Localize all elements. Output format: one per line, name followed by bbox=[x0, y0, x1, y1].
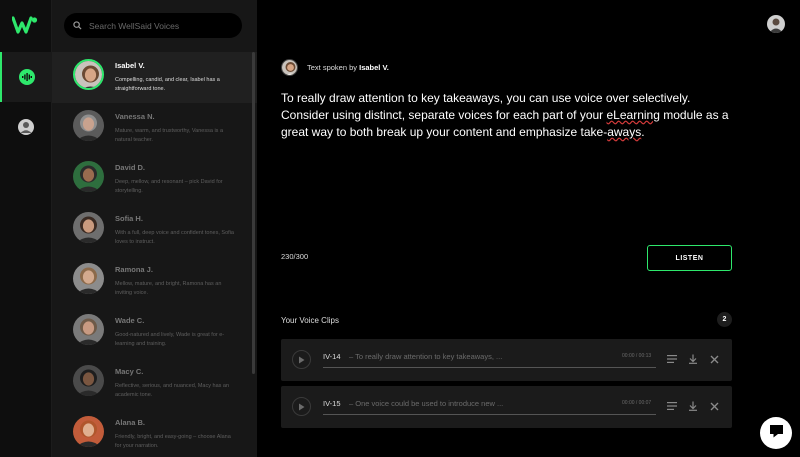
clip-text: – To really draw attention to key takeaw… bbox=[349, 352, 503, 361]
voice-description: With a full, deep voice and confident to… bbox=[115, 230, 234, 245]
play-button[interactable] bbox=[292, 397, 311, 416]
clip-progress-track[interactable] bbox=[323, 367, 656, 368]
clip-time: 00:00 / 00:13 bbox=[622, 353, 652, 359]
voice-wave-icon bbox=[19, 69, 35, 85]
spoken-by-name: Isabel V. bbox=[359, 63, 389, 72]
script-part-3: . bbox=[641, 125, 645, 139]
play-button[interactable] bbox=[292, 350, 311, 369]
rail-voices-button[interactable] bbox=[0, 52, 52, 102]
spellcheck-word-2: aways bbox=[607, 125, 642, 139]
main-area: Text spoken by Isabel V. To really draw … bbox=[257, 0, 800, 457]
play-icon bbox=[298, 398, 305, 416]
user-avatar[interactable] bbox=[767, 15, 785, 33]
voice-clip: IV-14 – To really draw attention to key t… bbox=[281, 339, 732, 381]
voice-description: Mature, warm, and trustworthy, Vanessa i… bbox=[115, 128, 224, 143]
spellcheck-word: eLearning bbox=[606, 108, 660, 122]
voice-description: Deep, mellow, and resonant – pick David … bbox=[115, 179, 223, 194]
chat-icon bbox=[769, 424, 784, 443]
clip-text: – One voice could be used to introduce n… bbox=[349, 399, 504, 408]
voice-avatar bbox=[73, 365, 104, 396]
rail-account-button[interactable] bbox=[0, 102, 52, 152]
voice-name: Isabel V. bbox=[115, 61, 145, 70]
clip-time: 00:00 / 00:07 bbox=[622, 400, 652, 406]
user-icon bbox=[18, 119, 34, 135]
clip-id: IV-14 bbox=[323, 352, 341, 361]
voice-avatar bbox=[73, 314, 104, 345]
search-bar[interactable] bbox=[64, 13, 242, 38]
clips-count-badge: 2 bbox=[717, 312, 732, 327]
voice-list-scrollbar[interactable] bbox=[252, 52, 255, 374]
voice-name: Sofia H. bbox=[115, 214, 143, 223]
voice-item[interactable]: Wade C. Good-natured and lively, Wade is … bbox=[52, 307, 257, 358]
voice-description: Compelling, candid, and clear, Isabel ha… bbox=[115, 77, 220, 92]
voice-avatar bbox=[73, 212, 104, 243]
wellsaid-logo-icon[interactable] bbox=[11, 16, 38, 34]
chat-button[interactable] bbox=[760, 417, 792, 449]
listen-button[interactable]: LISTEN bbox=[647, 245, 732, 271]
voice-description: Good-natured and lively, Wade is great f… bbox=[115, 332, 225, 347]
voice-description: Friendly, bright, and easy-going – choos… bbox=[115, 434, 231, 449]
menu-lines-icon[interactable] bbox=[666, 400, 678, 412]
close-icon[interactable] bbox=[708, 353, 720, 365]
voice-avatar bbox=[73, 161, 104, 192]
search-icon bbox=[73, 17, 82, 35]
voice-item[interactable]: Ramona J. Mellow, mature, and bright, Ram… bbox=[52, 256, 257, 307]
clip-progress-track[interactable] bbox=[323, 414, 656, 415]
voice-description: Mellow, mature, and bright, Ramona has a… bbox=[115, 281, 222, 296]
voice-name: Vanessa N. bbox=[115, 112, 155, 121]
menu-lines-icon[interactable] bbox=[666, 353, 678, 365]
voice-item[interactable]: Isabel V. Compelling, candid, and clear, … bbox=[52, 52, 257, 103]
speaker-avatar bbox=[281, 59, 298, 76]
voice-item[interactable]: David D. Deep, mellow, and resonant – pic… bbox=[52, 154, 257, 205]
download-icon[interactable] bbox=[687, 353, 699, 365]
clips-title: Your Voice Clips bbox=[281, 316, 339, 325]
voice-item[interactable]: Sofia H. With a full, deep voice and conf… bbox=[52, 205, 257, 256]
voice-name: Ramona J. bbox=[115, 265, 153, 274]
voice-avatar bbox=[73, 416, 104, 447]
spoken-by-label: Text spoken by Isabel V. bbox=[307, 63, 389, 72]
voice-item[interactable]: Macy C. Reflective, serious, and nuanced,… bbox=[52, 358, 257, 409]
search-input[interactable] bbox=[89, 20, 229, 31]
spoken-by: Text spoken by Isabel V. bbox=[281, 59, 389, 76]
voice-avatar bbox=[73, 110, 104, 141]
voice-name: Wade C. bbox=[115, 316, 145, 325]
voice-clip: IV-15 – One voice could be used to introd… bbox=[281, 386, 732, 428]
voice-avatar bbox=[73, 59, 104, 90]
voices-panel: Isabel V. Compelling, candid, and clear, … bbox=[52, 0, 257, 457]
voice-name: David D. bbox=[115, 163, 146, 172]
script-text[interactable]: To really draw attention to key takeaway… bbox=[281, 90, 731, 141]
voice-item[interactable]: Alana B. Friendly, bright, and easy-going… bbox=[52, 409, 257, 457]
voice-name: Alana B. bbox=[115, 418, 146, 427]
close-icon[interactable] bbox=[708, 400, 720, 412]
voice-list: Isabel V. Compelling, candid, and clear, … bbox=[52, 52, 257, 457]
character-counter: 230/300 bbox=[281, 252, 309, 261]
voice-item[interactable]: Vanessa N. Mature, warm, and trustworthy,… bbox=[52, 103, 257, 154]
spoken-by-prefix: Text spoken by bbox=[307, 63, 358, 72]
voice-name: Macy C. bbox=[115, 367, 144, 376]
play-icon bbox=[298, 351, 305, 369]
download-icon[interactable] bbox=[687, 400, 699, 412]
voice-description: Reflective, serious, and nuanced, Macy h… bbox=[115, 383, 230, 398]
nav-rail bbox=[0, 0, 52, 457]
voice-avatar bbox=[73, 263, 104, 294]
clip-id: IV-15 bbox=[323, 399, 341, 408]
